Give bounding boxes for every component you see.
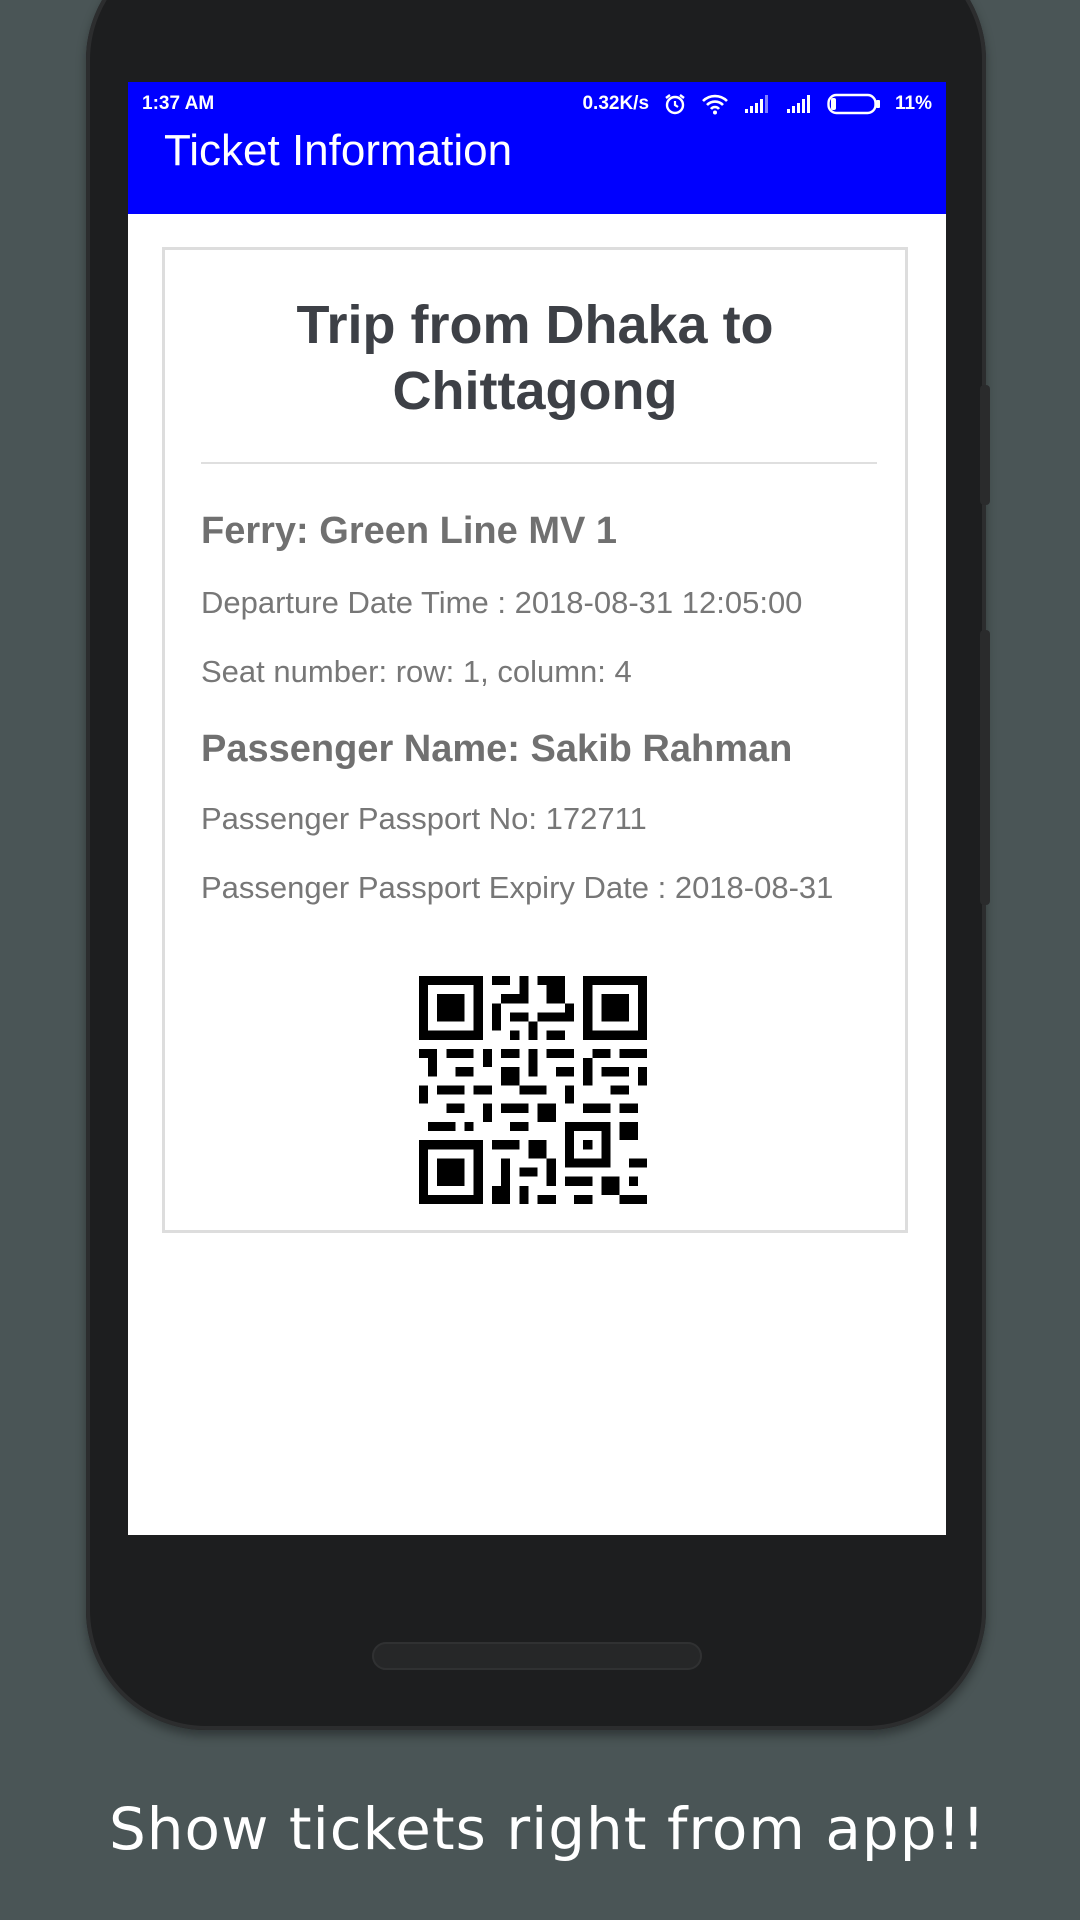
- page-title: Ticket Information: [164, 126, 513, 175]
- app-bar: 1:37 AM 0.32K/s 11% Ticket Information: [128, 82, 946, 214]
- trip-heading-line1: Trip from Dhaka to: [296, 295, 774, 355]
- seat-number: Seat number: row: 1, column: 4: [201, 654, 632, 689]
- wifi-icon: [701, 93, 729, 115]
- trip-heading: Trip from Dhaka to Chittagong: [165, 292, 905, 424]
- divider: [201, 462, 877, 464]
- ferry-name: Ferry: Green Line MV 1: [201, 510, 618, 552]
- battery-icon: [827, 93, 881, 115]
- status-bar: 1:37 AM 0.32K/s 11%: [128, 82, 946, 128]
- trip-heading-line2: Chittagong: [392, 361, 678, 421]
- battery-percent: 11%: [895, 93, 932, 114]
- status-time: 1:37 AM: [142, 93, 215, 114]
- signal-icon: [743, 94, 771, 114]
- passport-expiry: Passenger Passport Expiry Date : 2018-08…: [201, 870, 834, 905]
- passenger-name: Passenger Name: Sakib Rahman: [201, 728, 793, 770]
- ticket-card: Trip from Dhaka to Chittagong Ferry: Gre…: [162, 247, 908, 1233]
- passport-number: Passenger Passport No: 172711: [201, 801, 647, 836]
- network-speed: 0.32K/s: [582, 93, 650, 114]
- volume-button: [980, 385, 990, 505]
- signal-icon-2: [785, 94, 813, 114]
- power-button: [980, 630, 990, 905]
- phone-speaker-grille: [372, 1642, 702, 1670]
- departure-datetime: Departure Date Time : 2018-08-31 12:05:0…: [201, 585, 803, 620]
- qr-code-icon: [419, 976, 647, 1204]
- promo-caption: Show tickets right from app!!: [108, 1795, 987, 1863]
- alarm-icon: [663, 92, 687, 116]
- phone-screen: 1:37 AM 0.32K/s 11% Ticket Information T…: [128, 82, 946, 1535]
